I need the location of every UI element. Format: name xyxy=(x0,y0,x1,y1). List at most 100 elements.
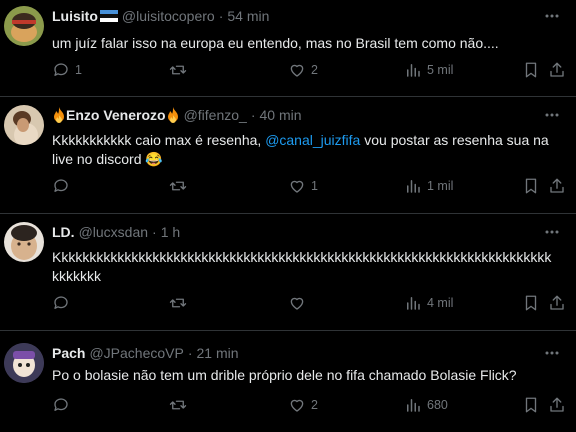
views-button[interactable]: 5 mil xyxy=(404,60,453,80)
heart-icon xyxy=(290,64,304,77)
share-icon xyxy=(550,62,564,77)
timestamp[interactable]: 40 min xyxy=(260,106,302,124)
reply-icon xyxy=(54,296,68,309)
timestamp[interactable]: 1 h xyxy=(161,223,180,241)
tweet-actions: 1 2 5 mil xyxy=(52,60,564,80)
views-chart-icon xyxy=(407,297,420,310)
separator-dot: · xyxy=(218,8,224,24)
more-dots-icon xyxy=(545,230,559,234)
reply-button[interactable] xyxy=(52,176,75,196)
bookmark-icon xyxy=(525,62,537,78)
tweet-text: um juíz falar isso na europa eu entendo,… xyxy=(52,35,499,51)
retweet-button[interactable] xyxy=(168,60,193,80)
bookmark-icon xyxy=(525,397,537,413)
views-button[interactable]: 1 mil xyxy=(404,176,453,196)
more-options-button[interactable] xyxy=(542,344,562,362)
more-options-button[interactable] xyxy=(542,7,562,25)
share-button[interactable] xyxy=(548,395,566,415)
heart-icon xyxy=(290,399,304,412)
tweet-text: Po o bolasie não tem um drible próprio d… xyxy=(52,367,517,383)
bookmark-icon xyxy=(525,178,537,194)
tweet-header: Pach @JPachecoVP · 21 min xyxy=(52,344,562,362)
view-count: 1 mil xyxy=(427,179,454,193)
tweet-ld[interactable]: LD. @lucxsdan · 1 h Kkkkkkkkkkkkkkkkkkkk… xyxy=(0,214,576,331)
avatar[interactable] xyxy=(4,343,44,383)
reply-button[interactable] xyxy=(52,293,75,313)
display-name[interactable]: Pach xyxy=(52,344,85,362)
heart-icon xyxy=(290,297,304,310)
timestamp[interactable]: 54 min xyxy=(227,7,269,25)
reply-button[interactable] xyxy=(52,395,75,415)
tweet-header: Enzo Venerozo @fifenzo_ · 40 min xyxy=(52,106,562,124)
like-button[interactable] xyxy=(288,293,311,313)
reply-icon xyxy=(54,179,68,192)
more-dots-icon xyxy=(545,351,559,355)
bookmark-button[interactable] xyxy=(522,395,540,415)
like-button[interactable]: 2 xyxy=(288,395,318,415)
share-button[interactable] xyxy=(548,176,566,196)
views-chart-icon xyxy=(407,64,420,77)
tweet-text: Kkkkkkkkkkkkkkkkkkkkkkkkkkkkkkkkkkkkkkkk… xyxy=(52,249,552,284)
retweet-icon xyxy=(169,298,187,308)
estonia-flag-icon xyxy=(99,10,118,22)
more-dots-icon xyxy=(545,113,559,117)
share-button[interactable] xyxy=(548,293,566,313)
handle[interactable]: @JPachecoVP xyxy=(89,344,183,362)
handle[interactable]: @fifenzo_ xyxy=(184,106,247,124)
tweet-pach[interactable]: Pach @JPachecoVP · 21 min Po o bolasie n… xyxy=(0,331,576,432)
fire-emoji-icon xyxy=(166,107,180,123)
bookmark-button[interactable] xyxy=(522,293,540,313)
like-button[interactable]: 2 xyxy=(288,60,318,80)
retweet-button[interactable] xyxy=(168,395,193,415)
more-options-button[interactable] xyxy=(542,106,562,124)
view-count: 680 xyxy=(427,398,448,412)
like-count: 2 xyxy=(311,398,318,412)
reply-feed: Luisito @luisitocopero · 54 min um juíz … xyxy=(0,0,576,432)
view-count: 4 mil xyxy=(427,296,454,310)
like-count: 1 xyxy=(311,179,318,193)
views-button[interactable]: 4 mil xyxy=(404,293,453,313)
tweet-actions: 2 680 xyxy=(52,395,564,415)
retweet-button[interactable] xyxy=(168,293,193,313)
display-name[interactable]: Enzo Venerozo xyxy=(66,106,166,124)
tweet-luisito[interactable]: Luisito @luisitocopero · 54 min um juíz … xyxy=(0,0,576,97)
reply-icon xyxy=(54,398,68,411)
tweet-actions: 4 mil xyxy=(52,293,564,313)
avatar[interactable] xyxy=(4,222,44,262)
display-name[interactable]: LD. xyxy=(52,223,75,241)
share-icon xyxy=(550,178,564,193)
view-count: 5 mil xyxy=(427,63,454,77)
share-icon xyxy=(550,295,564,310)
tweet-header: LD. @lucxsdan · 1 h xyxy=(52,223,562,241)
tweet-text-part: Kkkkkkkkkkk caio max é resenha, xyxy=(52,132,266,148)
reply-button[interactable]: 1 xyxy=(52,60,82,80)
reply-icon xyxy=(54,63,68,76)
more-options-button[interactable] xyxy=(542,223,562,241)
separator-dot: · xyxy=(250,107,256,123)
display-name[interactable]: Luisito xyxy=(52,7,98,25)
bookmark-button[interactable] xyxy=(522,60,540,80)
tweet-enzo[interactable]: Enzo Venerozo @fifenzo_ · 40 min Kkkkkkk… xyxy=(0,97,576,214)
separator-dot: · xyxy=(187,345,193,361)
avatar[interactable] xyxy=(4,105,44,145)
retweet-icon xyxy=(169,400,187,410)
like-button[interactable]: 1 xyxy=(288,176,318,196)
bookmark-icon xyxy=(525,295,537,311)
share-icon xyxy=(550,397,564,412)
like-count: 2 xyxy=(311,63,318,77)
timestamp[interactable]: 21 min xyxy=(197,344,239,362)
share-button[interactable] xyxy=(548,60,566,80)
retweet-button[interactable] xyxy=(168,176,193,196)
reply-count: 1 xyxy=(75,63,82,77)
bookmark-button[interactable] xyxy=(522,176,540,196)
fire-emoji-icon xyxy=(52,107,66,123)
handle[interactable]: @lucxsdan xyxy=(79,223,148,241)
handle[interactable]: @luisitocopero xyxy=(122,7,215,25)
tweet-header: Luisito @luisitocopero · 54 min xyxy=(52,7,562,25)
views-button[interactable]: 680 xyxy=(404,395,448,415)
avatar[interactable] xyxy=(4,6,44,46)
heart-icon xyxy=(290,180,304,193)
mention-link[interactable]: @canal_juizfifa xyxy=(265,132,360,148)
tweet-actions: 1 1 mil xyxy=(52,176,564,196)
views-chart-icon xyxy=(407,180,420,193)
